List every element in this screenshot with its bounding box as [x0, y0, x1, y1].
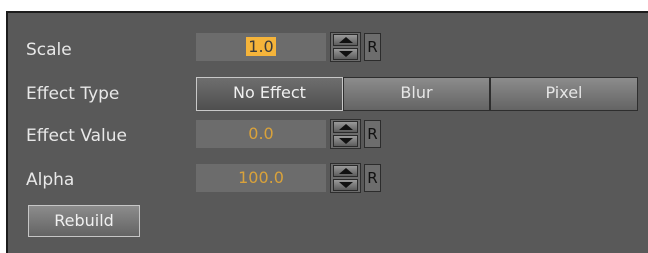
- alpha-increment-button[interactable]: [333, 165, 358, 177]
- effect-option-no-effect[interactable]: No Effect: [196, 77, 343, 111]
- effect-option-blur[interactable]: Blur: [343, 77, 490, 111]
- arrow-down-icon: [339, 138, 353, 144]
- scale-increment-button[interactable]: [333, 34, 358, 46]
- effect-type-label: Effect Type: [26, 84, 120, 104]
- effect-option-pixel[interactable]: Pixel: [490, 77, 638, 111]
- effect-value-spinner[interactable]: [330, 119, 361, 149]
- alpha-spinner[interactable]: [330, 163, 361, 193]
- arrow-down-icon: [339, 51, 353, 57]
- arrow-up-icon: [339, 124, 353, 130]
- scale-spinner[interactable]: [330, 32, 361, 62]
- arrow-up-icon: [339, 37, 353, 43]
- scale-reset-button[interactable]: R: [364, 33, 381, 61]
- effect-value-decrement-button[interactable]: [333, 135, 358, 147]
- rebuild-button[interactable]: Rebuild: [28, 205, 140, 237]
- alpha-field[interactable]: 100.0: [196, 164, 326, 192]
- scale-value: 1.0: [246, 37, 276, 56]
- alpha-decrement-button[interactable]: [333, 179, 358, 191]
- arrow-up-icon: [339, 168, 353, 174]
- effects-panel: Scale 1.0 R Effect Type No Effect Blur P…: [6, 11, 648, 253]
- alpha-reset-button[interactable]: R: [364, 164, 381, 192]
- scale-decrement-button[interactable]: [333, 48, 358, 60]
- effect-value-label: Effect Value: [26, 126, 128, 146]
- scale-label: Scale: [26, 40, 72, 60]
- effect-value-reset-button[interactable]: R: [364, 120, 381, 148]
- scale-field[interactable]: 1.0: [196, 33, 326, 61]
- arrow-down-icon: [339, 182, 353, 188]
- effect-value-field[interactable]: 0.0: [196, 120, 326, 148]
- alpha-label: Alpha: [26, 170, 75, 190]
- effect-value-increment-button[interactable]: [333, 121, 358, 133]
